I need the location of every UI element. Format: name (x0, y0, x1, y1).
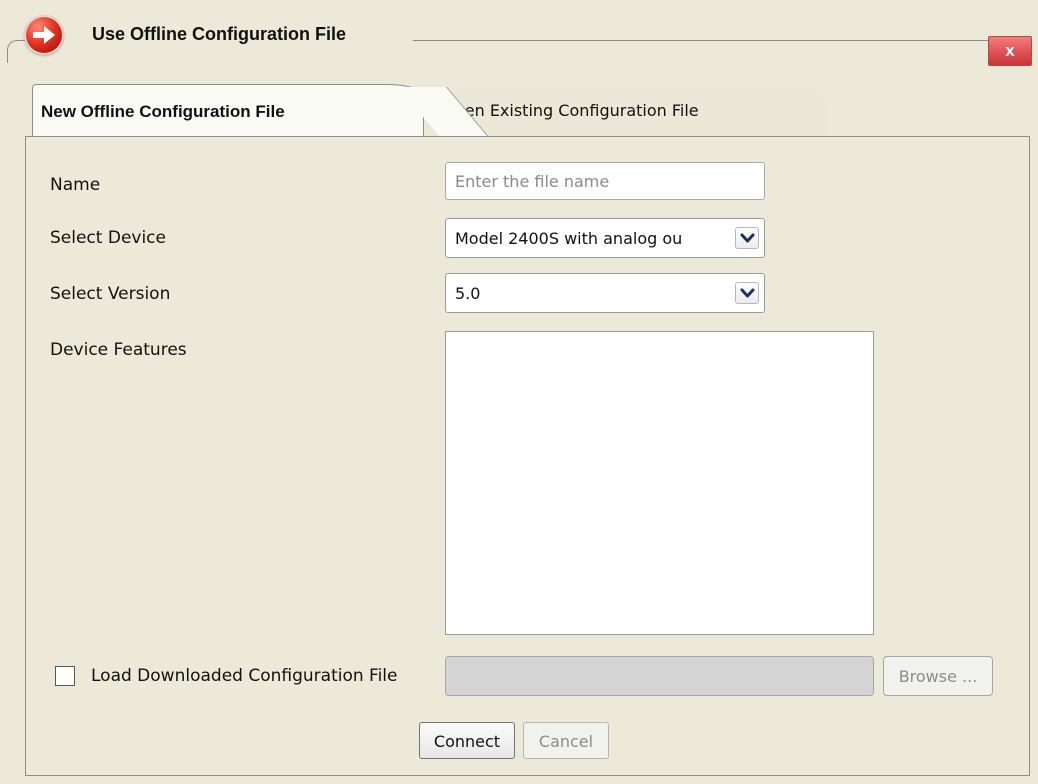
configuration-tabs: New Offline Configuration File Open Exis… (32, 84, 1030, 136)
device-features-list[interactable] (445, 331, 874, 635)
arrow-right-icon (24, 15, 64, 55)
chevron-down-icon[interactable] (735, 282, 759, 304)
tab-label: New Offline Configuration File (41, 102, 285, 121)
cancel-label: Cancel (538, 732, 594, 751)
offline-configuration-dialog: Use Offline Configuration File x New Off… (0, 0, 1038, 784)
title-frame-corner (7, 40, 26, 63)
cancel-button: Cancel (523, 722, 609, 759)
tab-panel-top-border (25, 136, 1030, 137)
browse-button: Browse ... (883, 656, 993, 696)
title-divider (413, 40, 988, 41)
select-version-label: Select Version (50, 284, 171, 304)
select-device-label: Select Device (50, 228, 166, 248)
load-downloaded-checkbox[interactable] (55, 666, 75, 686)
connect-label: Connect (433, 732, 501, 751)
connect-button[interactable]: Connect (419, 722, 515, 759)
file-name-input[interactable] (445, 162, 765, 200)
close-button[interactable]: x (988, 36, 1032, 66)
load-downloaded-label[interactable]: Load Downloaded Configuration File (91, 665, 397, 687)
configuration-file-path-input (445, 656, 874, 696)
device-selected-value: Model 2400S with analog ou (455, 229, 683, 248)
version-selected-value: 5.0 (455, 284, 481, 303)
close-label: x (1005, 41, 1015, 60)
dialog-title-bar: Use Offline Configuration File x (0, 0, 1038, 72)
name-label: Name (50, 175, 101, 195)
device-features-label: Device Features (50, 340, 187, 360)
chevron-down-icon[interactable] (735, 227, 759, 249)
device-select[interactable]: Model 2400S with analog ou (445, 218, 765, 258)
tab-label: Open Existing Configuration File (442, 101, 699, 120)
browse-label: Browse ... (898, 667, 978, 686)
version-select[interactable]: 5.0 (445, 273, 765, 313)
tab-new-offline-configuration-file[interactable]: New Offline Configuration File (32, 84, 424, 136)
dialog-title: Use Offline Configuration File (92, 24, 347, 44)
tab-open-existing-configuration-file[interactable]: Open Existing Configuration File (428, 84, 826, 136)
